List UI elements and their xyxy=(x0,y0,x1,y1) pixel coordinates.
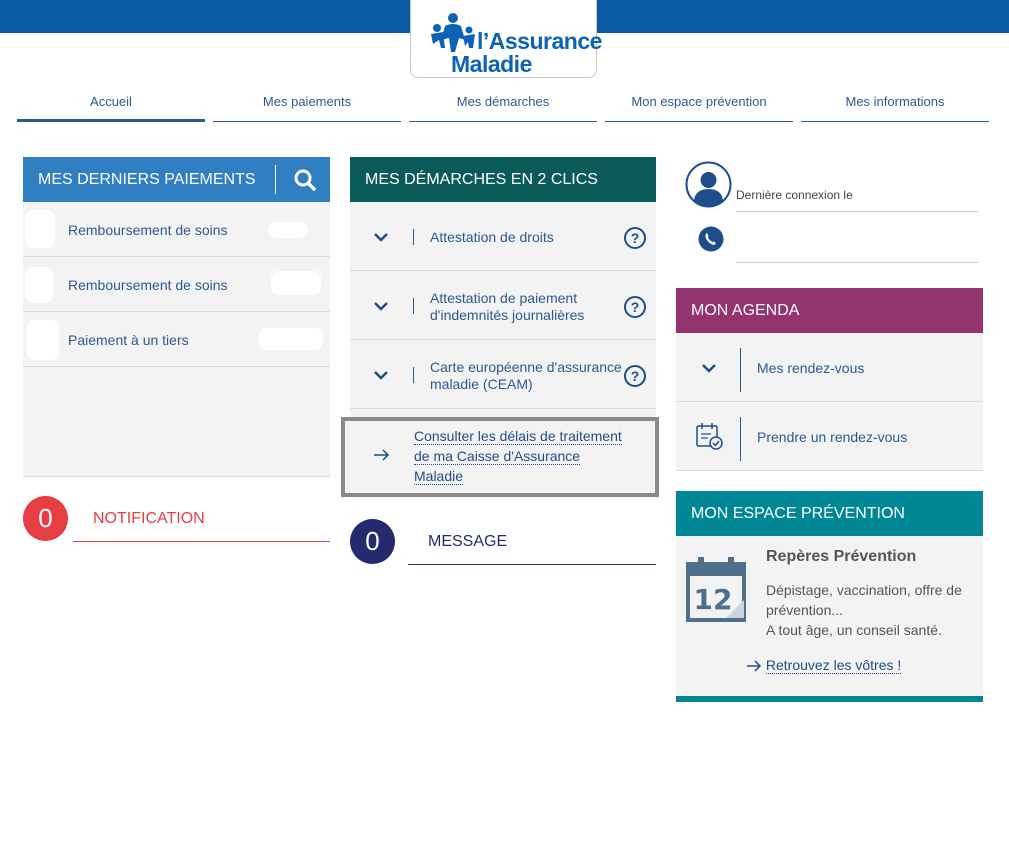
tab-accueil[interactable]: Accueil xyxy=(17,94,205,122)
redacted-area xyxy=(25,267,53,303)
chevron-down-icon xyxy=(374,302,388,311)
demarche-label: Carte européenne d'assurance maladie (CE… xyxy=(430,359,622,393)
tab-mon-espace-prevention[interactable]: Mon espace prévention xyxy=(605,94,793,122)
demarches-panel-header: MES DÉMARCHES EN 2 CLICS xyxy=(350,157,656,202)
demarche-label-line1: Attestation de paiement xyxy=(430,290,578,306)
demarche-label-line2: d'indemnités journalières xyxy=(430,307,585,323)
prevention-title: MON ESPACE PRÉVENTION xyxy=(691,504,905,522)
notification-link[interactable]: NOTIFICATION xyxy=(73,508,330,542)
separator xyxy=(740,348,741,392)
consult-line1: Consulter les délais de traitement xyxy=(414,428,622,445)
agenda-label: Prendre un rendez-vous xyxy=(757,429,908,445)
demarche-item-ceam[interactable]: Carte européenne d'assurance maladie (CE… xyxy=(350,340,656,409)
prevention-link[interactable]: Retrouvez les vôtres ! xyxy=(746,657,902,674)
tab-label: Mes informations xyxy=(845,94,945,109)
demarche-item-attestation-droits[interactable]: Attestation de droits ? xyxy=(350,202,656,271)
demarches-title: MES DÉMARCHES EN 2 CLICS xyxy=(365,170,598,188)
consult-delais-link[interactable]: Consulter les délais de traitement de ma… xyxy=(341,417,659,497)
tab-label: Accueil xyxy=(90,94,132,109)
payment-label: Paiement à un tiers xyxy=(68,332,189,348)
prevention-link-label: Retrouvez les vôtres ! xyxy=(765,657,902,674)
separator xyxy=(740,417,741,461)
agenda-item-mes-rendez-vous[interactable]: Mes rendez-vous xyxy=(676,333,983,402)
calendar-number: 12 xyxy=(694,583,733,616)
tab-mes-demarches[interactable]: Mes démarches xyxy=(409,94,597,122)
prevention-description: Dépistage, vaccination, offre de prévent… xyxy=(766,580,962,640)
separator xyxy=(413,367,414,383)
tab-label: Mes démarches xyxy=(456,94,550,109)
help-icon[interactable]: ? xyxy=(624,296,646,318)
redacted-amount xyxy=(271,271,321,295)
user-avatar-icon[interactable] xyxy=(685,161,732,208)
chevron-down-icon xyxy=(702,364,716,373)
help-icon[interactable]: ? xyxy=(624,365,646,387)
demarche-label-line1: Carte européenne d'assurance xyxy=(430,359,622,375)
arrow-right-icon xyxy=(747,660,762,672)
demarche-item-attestation-ij[interactable]: Attestation de paiement d'indemnités jou… xyxy=(350,271,656,340)
phone-underline xyxy=(736,262,978,263)
redacted-amount xyxy=(259,328,323,350)
phone-icon[interactable] xyxy=(698,226,724,252)
last-login-label: Dernière connexion le xyxy=(736,188,853,202)
prevention-desc-line1: Dépistage, vaccination, offre de xyxy=(766,582,962,598)
redacted-area xyxy=(25,210,55,248)
payments-panel-header: MES DERNIERS PAIEMENTS xyxy=(23,157,330,202)
tab-label: Mes paiements xyxy=(262,94,352,109)
payment-label: Remboursement de soins xyxy=(68,277,228,293)
payment-item[interactable]: Paiement à un tiers xyxy=(23,312,330,367)
notification-count-badge[interactable]: 0 xyxy=(23,496,68,541)
calendar-12-icon: 12 xyxy=(686,557,746,622)
prevention-desc-line3: A tout âge, un conseil santé. xyxy=(766,622,942,638)
message-label: MESSAGE xyxy=(428,533,508,550)
chevron-down-icon xyxy=(374,371,388,380)
tab-label: Mon espace prévention xyxy=(631,94,767,109)
payment-item[interactable]: Remboursement de soins xyxy=(23,202,330,257)
consult-line2: de ma Caisse d'Assurance xyxy=(414,448,581,465)
payment-item[interactable]: Remboursement de soins xyxy=(23,257,330,312)
demarche-label: Attestation de droits xyxy=(430,229,554,245)
consult-text: Consulter les délais de traitement de ma… xyxy=(414,426,622,486)
message-count-badge[interactable]: 0 xyxy=(350,519,395,564)
demarche-label-line2: maladie (CEAM) xyxy=(430,376,533,392)
redacted-amount xyxy=(268,222,308,238)
payment-label: Remboursement de soins xyxy=(68,222,228,238)
notification-label: NOTIFICATION xyxy=(93,510,205,527)
tab-mes-informations[interactable]: Mes informations xyxy=(801,94,989,122)
help-icon[interactable]: ? xyxy=(624,227,646,249)
arrow-right-icon xyxy=(374,449,390,461)
prevention-desc-line2: prévention... xyxy=(766,602,844,618)
redacted-area xyxy=(27,320,59,360)
chevron-down-icon xyxy=(374,233,388,242)
agenda-label: Mes rendez-vous xyxy=(757,360,865,376)
message-link[interactable]: MESSAGE xyxy=(408,531,656,565)
tab-mes-paiements[interactable]: Mes paiements xyxy=(213,94,401,122)
demarche-label: Attestation de paiement d'indemnités jou… xyxy=(430,290,584,324)
search-icon[interactable] xyxy=(293,168,317,192)
brand-name-line2: Maladie xyxy=(451,51,532,77)
separator xyxy=(413,229,414,245)
payments-empty-area xyxy=(23,367,330,477)
payments-title: MES DERNIERS PAIEMENTS xyxy=(38,170,256,188)
consult-line3: Maladie xyxy=(414,468,464,485)
agenda-title: MON AGENDA xyxy=(691,301,800,319)
assurance-maladie-logo[interactable]: l’Assurance Maladie xyxy=(410,0,602,78)
prevention-footer-bar xyxy=(676,696,983,702)
prevention-panel-header: MON ESPACE PRÉVENTION xyxy=(676,491,983,536)
header-divider xyxy=(275,165,276,194)
separator xyxy=(413,298,414,314)
prevention-body: 12 Repères Prévention Dépistage, vaccina… xyxy=(676,536,983,696)
prevention-heading: Repères Prévention xyxy=(766,548,917,565)
calendar-check-icon xyxy=(696,423,723,450)
last-login: Dernière connexion le xyxy=(736,188,978,212)
agenda-panel-header: MON AGENDA xyxy=(676,288,983,333)
agenda-item-prendre-rendez-vous[interactable]: Prendre un rendez-vous xyxy=(676,402,983,471)
